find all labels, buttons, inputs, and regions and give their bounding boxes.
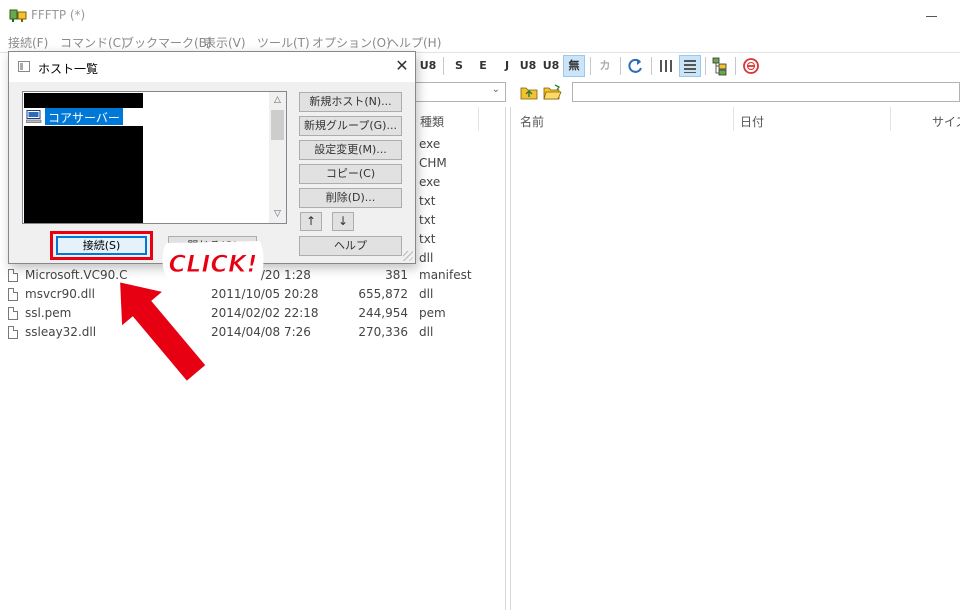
refresh-icon[interactable] (625, 55, 647, 77)
scroll-down-icon[interactable]: ▽ (269, 206, 286, 223)
file-row[interactable]: ssleay32.dll 2014/04/08 7:26 270,336 dll (6, 323, 502, 342)
col-header-type[interactable]: 種類 (420, 113, 444, 130)
no-conversion-button[interactable]: 無 (563, 55, 585, 77)
file-icon (8, 307, 18, 320)
utf8-button[interactable]: U8 (417, 55, 439, 77)
file-icon (8, 326, 18, 339)
file-name: msvcr90.dll (25, 287, 95, 301)
remote-path-input[interactable] (572, 82, 960, 102)
type-cell: txt (419, 213, 436, 227)
move-down-button[interactable]: ↓ (332, 212, 354, 231)
file-name: ssl.pem (25, 306, 72, 320)
list-view-icon[interactable] (655, 55, 677, 77)
host-list[interactable]: コアサーバー △ ▽ (22, 91, 287, 224)
scroll-thumb[interactable] (271, 110, 284, 140)
resize-grip[interactable] (403, 251, 413, 261)
col-header-date[interactable]: 日付 (740, 113, 764, 130)
local-path-combo[interactable]: ⌄ (410, 82, 506, 102)
file-type: dll (419, 287, 434, 301)
host-list-scrollbar[interactable]: △ ▽ (269, 92, 286, 223)
edit-settings-button[interactable]: 設定変更(M)... (299, 140, 402, 160)
scroll-up-icon[interactable]: △ (269, 92, 286, 109)
toolbar-separator (735, 57, 736, 75)
toolbar-separator (651, 57, 652, 75)
utf8-bom-button[interactable]: U8 (540, 55, 562, 77)
menu-command[interactable]: コマンド(C) (60, 34, 126, 51)
file-icon (8, 269, 18, 282)
euc-button[interactable]: E (472, 55, 494, 77)
toolbar-separator (443, 57, 444, 75)
file-row[interactable]: ssl.pem 2014/02/02 22:18 244,954 pem (6, 304, 502, 323)
menu-bar: 接続(F) コマンド(C) ブックマーク(B) 表示(V) ツール(T) オプシ… (0, 31, 960, 51)
file-size: 244,954 (358, 306, 408, 320)
menu-help[interactable]: ヘルプ(H) (387, 34, 441, 51)
kana-button[interactable]: カ (594, 55, 616, 77)
toolbar-separator (705, 57, 706, 75)
file-icon (8, 288, 18, 301)
menu-tools[interactable]: ツール(T) (257, 34, 310, 51)
utf8n-button[interactable]: U8 (517, 55, 539, 77)
file-type: manifest (419, 268, 472, 282)
ffftp-window: FFFTP (*) 接続(F) コマンド(C) ブックマーク(B) 表示(V) … (0, 0, 960, 610)
menu-connect[interactable]: 接続(F) (8, 34, 48, 51)
open-folder-icon[interactable] (541, 81, 563, 103)
menu-view[interactable]: 表示(V) (204, 34, 246, 51)
pointer-arrow-icon (117, 279, 209, 384)
parent-folder-icon[interactable] (518, 81, 540, 103)
jis-button[interactable]: J (496, 55, 518, 77)
toolbar-separator (620, 57, 621, 75)
dialog-title: ホスト一覧 (38, 62, 99, 76)
type-cell: CHM (419, 156, 447, 170)
delete-button[interactable]: 削除(D)... (299, 188, 402, 208)
computer-icon (26, 110, 42, 123)
menu-bookmark[interactable]: ブックマーク(B) (122, 34, 212, 51)
new-host-button[interactable]: 新規ホスト(N)... (299, 92, 402, 112)
host-item[interactable]: コアサーバー (24, 108, 144, 125)
col-header-name[interactable]: 名前 (520, 113, 544, 130)
stop-icon[interactable] (740, 55, 762, 77)
file-size: 381 (385, 268, 408, 282)
file-size: 655,872 (358, 287, 408, 301)
file-row[interactable]: msvcr90.dll 2011/10/05 20:28 655,872 dll (6, 285, 502, 304)
ffftp-app-icon (9, 9, 27, 22)
file-name: ssleay32.dll (25, 325, 97, 339)
close-icon[interactable]: ✕ (392, 57, 412, 77)
redacted-area (24, 93, 143, 108)
toolbar-separator (590, 57, 591, 75)
minimize-button[interactable] (918, 6, 948, 26)
sjis-button[interactable]: S (448, 55, 470, 77)
dialog-title-bar: ホスト一覧 ✕ (9, 52, 415, 82)
host-item-label: コアサーバー (45, 108, 123, 125)
app-title: FFFTP (*) (31, 8, 86, 22)
type-cell: exe (419, 137, 441, 151)
move-up-button[interactable]: ↑ (300, 212, 322, 231)
help-button[interactable]: ヘルプ (299, 236, 402, 256)
type-cell: exe (419, 175, 441, 189)
window-icon (18, 61, 30, 72)
chevron-down-icon: ⌄ (491, 84, 500, 95)
menu-options[interactable]: オプション(O) (312, 34, 391, 51)
file-type: dll (419, 325, 434, 339)
detail-view-icon[interactable] (679, 55, 701, 77)
type-cell: txt (419, 194, 436, 208)
remote-file-list[interactable]: 名前 日付 サイズ (510, 107, 960, 610)
column-divider (478, 107, 479, 131)
host-list-dialog: ホスト一覧 ✕ コアサーバー △ ▽ 新規ホスト(N)... 新規グループ(G)… (8, 51, 416, 264)
col-header-size[interactable]: サイズ (932, 113, 960, 130)
type-cell: txt (419, 232, 436, 246)
type-cell: dll (419, 251, 434, 265)
new-group-button[interactable]: 新規グループ(G)... (299, 116, 402, 136)
copy-button[interactable]: コピー(C) (299, 164, 402, 184)
title-bar: FFFTP (*) (0, 0, 960, 30)
tree-sync-icon[interactable] (709, 55, 731, 77)
file-type: pem (419, 306, 446, 320)
column-divider (733, 107, 734, 131)
file-size: 270,336 (358, 325, 408, 339)
column-divider (890, 107, 891, 131)
redacted-area (24, 126, 143, 223)
